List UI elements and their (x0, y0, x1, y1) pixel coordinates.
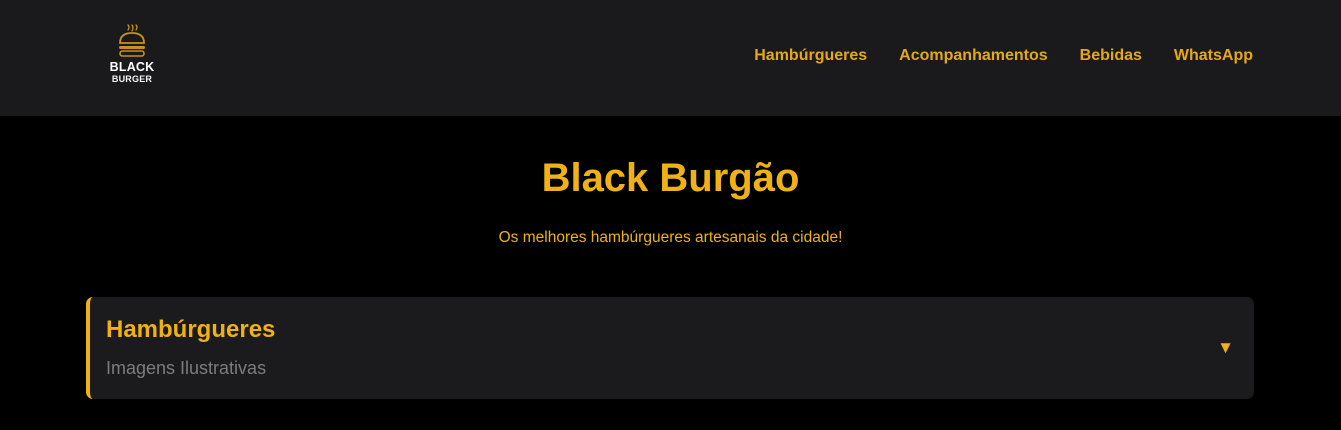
logo-text-black: BLACK (109, 60, 155, 74)
page-title: Black Burgão (541, 156, 800, 200)
brand-logo[interactable]: BLACK BURGER (104, 24, 160, 88)
nav-link-acompanhamentos[interactable]: Acompanhamentos (899, 46, 1047, 66)
nav-link-hamburgueres[interactable]: Hambúrgueres (754, 46, 867, 66)
nav-link-whatsapp[interactable]: WhatsApp (1174, 46, 1253, 66)
top-navbar: BLACK BURGER Hambúrgueres Acompanhamento… (0, 0, 1341, 116)
section-subtitle: Imagens Ilustrativas (106, 358, 267, 378)
nav-link-bebidas[interactable]: Bebidas (1080, 46, 1142, 66)
page-subtitle: Os melhores hambúrgueres artesanais da c… (498, 229, 843, 246)
burger-icon (119, 24, 145, 57)
section-title: Hambúrgueres (106, 316, 276, 343)
section-hamburgueres-toggle[interactable]: Hambúrgueres Imagens Ilustrativas ▼ (86, 297, 1254, 399)
logo-text-burger: BURGER (111, 74, 153, 84)
chevron-down-icon[interactable]: ▼ (1217, 338, 1234, 358)
main-nav: Hambúrgueres Acompanhamentos Bebidas Wha… (754, 46, 1253, 66)
